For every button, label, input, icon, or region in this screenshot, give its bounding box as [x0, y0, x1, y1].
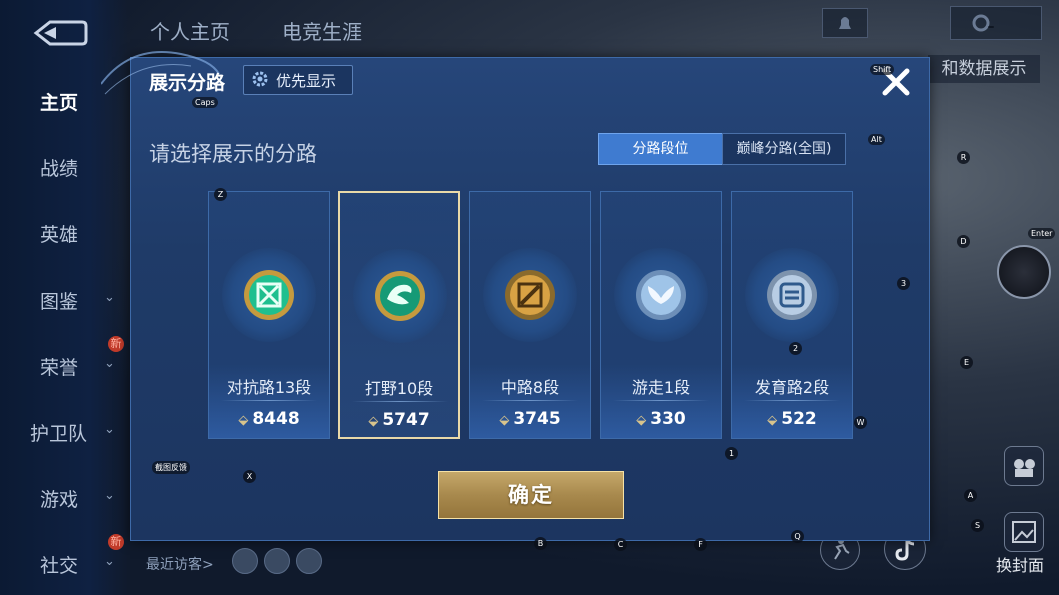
nav-item-home[interactable]: 主页	[40, 88, 78, 115]
dialog-title: 展示分路	[149, 72, 226, 94]
lane-score: ⬙ 8448	[209, 409, 329, 429]
film-camera-icon	[1014, 459, 1035, 477]
key-hint: Enter	[1028, 228, 1056, 239]
lane-card-clash[interactable]: 对抗路13段 ⬙ 8448	[208, 191, 330, 439]
lane-name: 中路8段	[500, 378, 560, 397]
confirm-button[interactable]: 确定	[438, 471, 624, 519]
lane-card-jungle[interactable]: 打野10段 ⬙ 5747	[338, 191, 460, 439]
nav-item-heroes[interactable]: 英雄	[40, 220, 78, 247]
camera-button[interactable]	[1004, 446, 1044, 486]
key-hint: S	[971, 519, 984, 532]
avatar[interactable]	[296, 548, 322, 574]
bell-icon	[839, 17, 851, 29]
lane-score: ⬙ 3745	[470, 409, 590, 429]
key-hint: 截图反馈	[152, 461, 190, 474]
lane-score: ⬙ 5747	[340, 410, 458, 430]
tab-personal-home[interactable]: 个人主页	[150, 16, 230, 45]
rank-arrow-icon: ⬙	[636, 413, 647, 428]
key-hint: Shift	[870, 64, 895, 75]
key-hint: 2	[789, 342, 802, 355]
lane-name: 打野10段	[364, 379, 434, 398]
priority-display-button[interactable]: 优先显示	[243, 65, 353, 95]
nav-item-guide[interactable]: 图鉴	[40, 287, 78, 314]
lane-card-mid[interactable]: 中路8段 ⬙ 3745	[469, 191, 591, 439]
lane-name: 发育路2段	[754, 378, 830, 397]
data-display-label[interactable]: 和数据展示	[928, 55, 1040, 83]
chevron-down-icon: ⌄	[104, 290, 115, 305]
clash-lane-emblem-icon	[244, 270, 294, 320]
key-hint: X	[243, 470, 256, 483]
key-hint: Q	[791, 530, 804, 543]
lane-score-value: 522	[781, 409, 817, 429]
divider	[613, 400, 709, 401]
lane-score: ⬙ 522	[732, 409, 852, 429]
nav-item-game[interactable]: 游戏	[40, 485, 78, 512]
new-badge: 新	[108, 534, 124, 550]
tab-peak-lane-national[interactable]: 巅峰分路(全国)	[722, 133, 846, 165]
key-hint: A	[964, 489, 977, 502]
mid-lane-emblem-icon	[505, 270, 555, 320]
divider	[482, 400, 578, 401]
lane-score: ⬙ 330	[601, 409, 721, 429]
chevron-down-icon: ⌄	[104, 356, 115, 371]
key-hint: R	[957, 151, 970, 164]
lane-card-farm[interactable]: 发育路2段 ⬙ 522	[731, 191, 853, 439]
avatar[interactable]	[264, 548, 290, 574]
key-hint: 1	[725, 447, 738, 460]
recent-visitors-link[interactable]: 最近访客>	[146, 554, 214, 574]
gear-icon	[972, 14, 990, 32]
nav-item-record[interactable]: 战绩	[40, 154, 78, 181]
jungle-dragon-emblem-icon	[375, 271, 425, 321]
key-hint: Z	[214, 188, 227, 201]
change-cover-label[interactable]: 换封面	[996, 552, 1044, 576]
bell-button[interactable]	[822, 8, 868, 38]
avatar[interactable]	[232, 548, 258, 574]
lane-score-value: 5747	[382, 410, 430, 430]
key-hint: D	[957, 235, 970, 248]
rank-arrow-icon: ⬙	[238, 413, 249, 428]
lane-score-value: 3745	[513, 409, 561, 429]
select-lane-subtitle: 请选择展示的分路	[149, 142, 317, 166]
lane-score-value: 330	[650, 409, 686, 429]
divider	[744, 400, 840, 401]
tab-esports-career[interactable]: 电竞生涯	[282, 16, 362, 45]
key-hint: Alt	[868, 134, 885, 145]
nav-item-social[interactable]: 社交	[40, 551, 78, 578]
change-cover-button[interactable]	[1004, 512, 1044, 552]
tab-lane-rank[interactable]: 分路段位	[598, 133, 723, 165]
chevron-down-icon: ⌄	[104, 422, 115, 437]
lane-score-value: 8448	[252, 409, 300, 429]
key-hint: Caps	[192, 97, 218, 108]
nav-item-honor[interactable]: 荣誉	[40, 353, 78, 380]
nav-item-guard[interactable]: 护卫队	[30, 419, 87, 446]
divider	[352, 401, 448, 402]
farm-lane-emblem-icon	[767, 270, 817, 320]
lane-display-dialog: 展示分路 优先显示 请选择展示的分路 分路段位 巅峰分路(全国) 对抗路13段 …	[101, 51, 930, 541]
key-hint-tab	[988, 26, 994, 28]
priority-display-label: 优先显示	[276, 72, 337, 90]
new-badge: 新	[108, 336, 124, 352]
rank-arrow-icon: ⬙	[767, 413, 778, 428]
back-arrow-icon[interactable]	[32, 18, 88, 48]
chevron-down-icon: ⌄	[104, 554, 115, 569]
rank-arrow-icon: ⬙	[368, 414, 379, 429]
avatar[interactable]	[997, 245, 1051, 299]
key-hint: F	[694, 538, 707, 551]
key-hint: W	[854, 416, 867, 429]
key-hint: 3	[897, 277, 910, 290]
roam-wings-emblem-icon	[636, 270, 686, 320]
lane-card-roam[interactable]: 游走1段 ⬙ 330	[600, 191, 722, 439]
lane-name: 对抗路13段	[226, 378, 312, 397]
divider	[221, 400, 317, 401]
lane-name: 游走1段	[631, 378, 691, 397]
image-icon	[1012, 521, 1036, 543]
key-hint: C	[614, 538, 627, 551]
settings-button[interactable]	[950, 6, 1042, 40]
key-hint: B	[534, 537, 547, 550]
chevron-down-icon: ⌄	[104, 488, 115, 503]
rank-arrow-icon: ⬙	[499, 413, 510, 428]
key-hint: E	[960, 356, 973, 369]
gear-icon	[252, 71, 268, 87]
